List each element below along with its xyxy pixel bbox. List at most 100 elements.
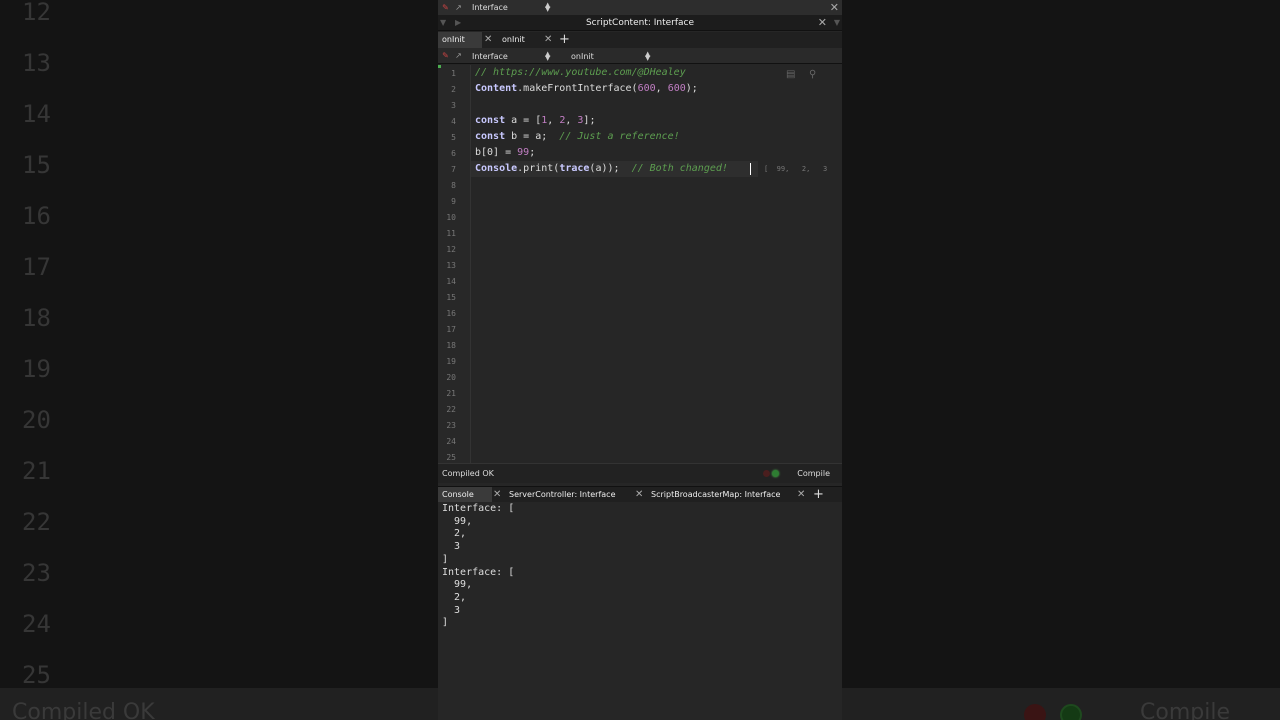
background-left-panel: 12 13 14 15 16 17 18 19 20 21 22 23 24 25 Compiled OK xyxy=(0,0,438,720)
close-tab-icon[interactable]: ✕ xyxy=(544,32,552,48)
background-line-number: 17 xyxy=(22,253,51,281)
code-token: b[0] = xyxy=(475,147,518,158)
compile-button[interactable]: Compile xyxy=(797,469,830,478)
copy-icon[interactable]: ▤ xyxy=(786,69,795,80)
line-number: 18 xyxy=(446,341,456,350)
line-number: 21 xyxy=(446,389,456,398)
code-token: Content xyxy=(475,83,518,94)
status-text: Compiled OK xyxy=(442,469,494,478)
background-status-text: Compiled OK xyxy=(12,700,155,720)
line-number: 7 xyxy=(451,165,456,174)
line-number: 5 xyxy=(451,133,456,142)
background-line-number: 19 xyxy=(22,355,51,383)
code-token: a = [ xyxy=(505,115,542,126)
processor-header: ✎ ↗ Interface ▲ ▼ ✕ xyxy=(438,0,842,15)
code-line[interactable]: b[0] = 99; xyxy=(475,147,535,158)
code-token: , xyxy=(565,115,578,126)
line-number-gutter: 1 2 3 4 5 6 7 8 9 10 11 12 13 14 15 16 17 18 19 20 21 22 23 24 2… xyxy=(438,65,471,463)
tab-oninit-1[interactable]: onInit xyxy=(438,32,482,48)
line-number: 25 xyxy=(446,453,456,462)
code-token: (a)); xyxy=(589,163,632,174)
sub-toolbar: ✎ ↗ Interface ▲ ▼ onInit ▲ ▼ xyxy=(438,48,842,64)
search-icon[interactable]: ⚲ xyxy=(809,69,816,80)
code-line[interactable]: // https://www.youtube.com/@DHealey xyxy=(475,67,686,78)
popout-icon[interactable]: ↗ xyxy=(454,3,463,12)
code-line[interactable]: Content.makeFrontInterface(600, 600); xyxy=(475,83,698,94)
line-number: 12 xyxy=(446,245,456,254)
tab-oninit-2[interactable]: onInit xyxy=(498,32,548,48)
background-red-led-icon xyxy=(1024,704,1046,720)
close-script-icon[interactable]: ✕ xyxy=(818,16,827,29)
popout-icon[interactable]: ↗ xyxy=(454,51,463,60)
code-token: // https://www.youtube.com/@DHealey xyxy=(475,67,686,78)
callback-combo[interactable]: onInit xyxy=(571,52,594,61)
console-line: ] xyxy=(442,553,449,565)
wrench-icon[interactable]: ✎ xyxy=(441,3,450,12)
combo-arrows-icon[interactable]: ▲ ▼ xyxy=(645,51,650,62)
line-number: 9 xyxy=(451,197,456,206)
console-line: 3 xyxy=(442,541,461,553)
processor-combo[interactable]: Interface xyxy=(472,3,508,12)
line-number: 23 xyxy=(446,421,456,430)
code-token: Console xyxy=(475,163,518,174)
code-token: trace xyxy=(559,163,590,174)
background-line-number: 22 xyxy=(22,508,51,536)
code-line[interactable]: const a = [1, 2, 3]; xyxy=(475,115,595,126)
console-line: 99, xyxy=(442,579,473,591)
add-tab-icon[interactable]: + xyxy=(813,487,824,503)
green-led-icon xyxy=(772,470,779,477)
line-number: 19 xyxy=(446,357,456,366)
tab-console[interactable]: Console xyxy=(438,487,492,503)
console-output[interactable]: Interface: [ 99, 2, 3] Interface: [ 99, 2… xyxy=(438,502,842,720)
code-token: , xyxy=(547,115,560,126)
line-number: 17 xyxy=(446,325,456,334)
wrench-icon[interactable]: ✎ xyxy=(441,51,450,60)
line-number: 13 xyxy=(446,261,456,270)
code-token: b = a; xyxy=(505,131,560,142)
console-line: 2, xyxy=(442,528,467,540)
background-line-number: 14 xyxy=(22,100,51,128)
add-tab-icon[interactable]: + xyxy=(559,32,570,48)
text-cursor xyxy=(750,163,751,175)
line-number: 4 xyxy=(451,117,456,126)
line-number: 15 xyxy=(446,293,456,302)
code-line[interactable]: const b = a; // Just a reference! xyxy=(475,131,680,142)
combo-arrows-icon[interactable]: ▲ ▼ xyxy=(545,2,550,13)
processor-combo[interactable]: Interface xyxy=(472,52,508,61)
close-window-icon[interactable]: ✕ xyxy=(830,1,839,14)
close-tab-icon[interactable]: ✕ xyxy=(493,487,501,503)
code-line[interactable]: Console.print(trace(a)); // Both changed… xyxy=(475,163,728,174)
combo-arrows-icon[interactable]: ▲ ▼ xyxy=(545,51,550,62)
tab-broadcaster-map[interactable]: ScriptBroadcasterMap: Interface xyxy=(647,487,797,503)
background-status-bar-right: Compile xyxy=(842,688,1280,720)
background-line-number: 12 xyxy=(22,0,51,26)
background-green-led-icon xyxy=(1060,704,1082,720)
background-line-number: 20 xyxy=(22,406,51,434)
background-line-number: 23 xyxy=(22,559,51,587)
background-line-number: 16 xyxy=(22,202,51,230)
close-tab-icon[interactable]: ✕ xyxy=(635,487,643,503)
script-title-bar: ▼ ▶ ScriptContent: Interface ✕ ▼ xyxy=(438,15,842,31)
code-token: , xyxy=(655,83,668,94)
inline-value-preview: [ 99, 2, 3 xyxy=(764,165,828,173)
red-led-icon xyxy=(763,470,770,477)
window-title: ScriptContent: Interface xyxy=(585,18,695,28)
line-number: 8 xyxy=(451,181,456,190)
code-token: 99 xyxy=(517,147,530,158)
close-tab-icon[interactable]: ✕ xyxy=(797,487,805,503)
tab-server-controller[interactable]: ServerController: Interface xyxy=(505,487,635,503)
expand-arrow-icon[interactable]: ▼ xyxy=(834,18,840,27)
background-status-bar: Compiled OK xyxy=(0,688,438,720)
console-line: ] xyxy=(442,617,449,629)
code-editor[interactable]: 1 2 3 4 5 6 7 8 9 10 11 12 13 14 15 16 17 18 19 20 21 22 23 24 2… xyxy=(438,65,842,463)
code-token: ]; xyxy=(583,115,596,126)
breakpoint-marker xyxy=(438,65,441,68)
script-editor-app: ✎ ↗ Interface ▲ ▼ ✕ ▼ ▶ ScriptContent: In… xyxy=(438,0,842,720)
code-token: // Just a reference! xyxy=(559,131,680,142)
background-line-number: 24 xyxy=(22,610,51,638)
close-tab-icon[interactable]: ✕ xyxy=(484,32,492,48)
code-token: // Both changed! xyxy=(631,163,728,174)
line-number: 2 xyxy=(451,85,456,94)
console-line: 3 xyxy=(442,604,461,616)
line-number: 20 xyxy=(446,373,456,382)
